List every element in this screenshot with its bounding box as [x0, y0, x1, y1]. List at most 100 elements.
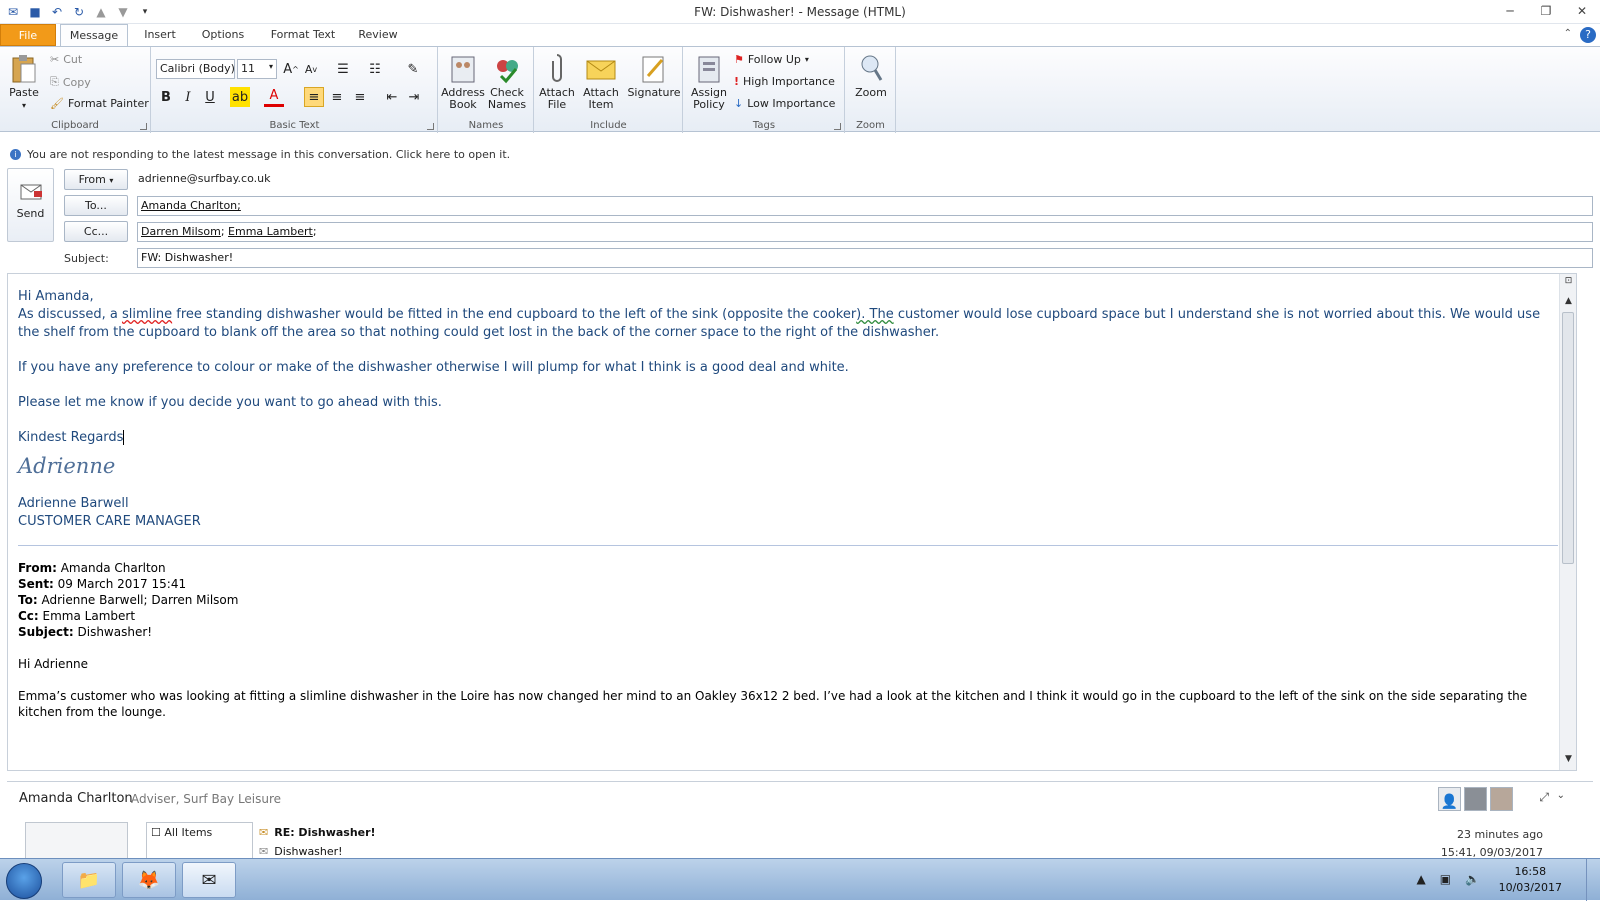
cc-field[interactable]: Darren Milsom; Emma Lambert; — [137, 222, 1593, 242]
align-center-button[interactable]: ≡ — [327, 87, 347, 107]
volume-icon[interactable]: 🔈 — [1465, 872, 1480, 886]
font-color-icon[interactable]: A — [264, 87, 284, 107]
clipboard-launcher-icon[interactable] — [140, 123, 147, 130]
send-button[interactable]: Send — [7, 168, 54, 242]
check-names-button[interactable]: Check Names — [485, 53, 529, 111]
tray-expand-icon[interactable]: ▲ — [1416, 872, 1425, 886]
chevron-down-icon[interactable]: ⌄ — [1557, 790, 1565, 801]
minimize-button[interactable]: ─ — [1492, 0, 1528, 22]
firefox-icon[interactable]: 🦊 — [122, 862, 176, 898]
spelling-error[interactable]: slimline — [122, 307, 172, 322]
increase-indent-icon[interactable]: ⇥ — [404, 87, 424, 107]
grammar-error[interactable]: ). The — [856, 307, 894, 322]
check-names-label: Check Names — [487, 86, 527, 111]
show-desktop-button[interactable] — [1586, 859, 1600, 901]
signature-button[interactable]: Signature — [627, 53, 681, 99]
ruler-toggle-icon[interactable]: ⊡ — [1563, 276, 1574, 287]
clock-time: 16:58 — [1514, 865, 1547, 878]
scroll-up-icon[interactable]: ▲ — [1563, 296, 1574, 307]
bold-button[interactable]: B — [156, 87, 176, 107]
to-field[interactable]: Amanda Charlton; — [137, 196, 1593, 216]
italic-button[interactable]: I — [178, 87, 198, 107]
restore-button[interactable]: ❐ — [1528, 0, 1564, 22]
align-left-button[interactable]: ≡ — [304, 87, 324, 107]
scroll-down-icon[interactable]: ▼ — [1563, 754, 1574, 765]
paste-button[interactable]: Paste ▾ — [6, 53, 42, 112]
quoted-cc: Cc: Emma Lambert — [18, 608, 1558, 624]
close-button[interactable]: ✕ — [1564, 0, 1600, 22]
subject-field[interactable]: FW: Dishwasher! — [137, 248, 1593, 268]
tab-file[interactable]: File — [0, 24, 56, 46]
shrink-font-icon[interactable]: Av — [301, 59, 321, 79]
people-filter-list[interactable]: ☐ All Items — [146, 822, 253, 859]
person-icon[interactable]: 👤 — [1438, 787, 1461, 811]
paste-icon — [9, 53, 39, 85]
bullets-icon[interactable]: ☰ — [333, 59, 353, 79]
message-body[interactable]: Hi Amanda, As discussed, a slimline free… — [7, 273, 1577, 771]
high-importance-button[interactable]: ! High Importance — [734, 75, 835, 88]
tags-launcher-icon[interactable] — [834, 123, 841, 130]
list-item[interactable]: ✉ Dishwasher! — [259, 845, 343, 858]
outlook-icon[interactable]: ✉ — [182, 862, 236, 898]
copy-button[interactable]: ⎘ Copy — [50, 75, 91, 89]
clock[interactable]: 16:58 10/03/2017 — [1499, 864, 1562, 896]
window-controls: ─ ❐ ✕ — [1492, 0, 1600, 22]
tab-message[interactable]: Message — [60, 24, 128, 47]
check-names-icon — [492, 53, 522, 85]
from-button[interactable]: From ▾ — [64, 169, 128, 190]
help-icon[interactable]: ? — [1580, 27, 1596, 43]
assign-policy-button[interactable]: Assign Policy — [686, 53, 732, 111]
attach-file-button[interactable]: Attach File — [537, 53, 577, 111]
file-explorer-icon[interactable]: 📁 — [62, 862, 116, 898]
clipboard-group-label: Clipboard — [51, 120, 99, 131]
tags-group-label: Tags — [752, 120, 776, 131]
zoom-button[interactable]: Zoom — [850, 53, 892, 99]
closing: Kindest Regards — [18, 429, 1558, 447]
styles-icon[interactable]: ✎ — [403, 59, 423, 79]
start-button[interactable] — [6, 863, 42, 899]
network-icon[interactable]: ▣ — [1440, 872, 1451, 886]
zoom-group-label: Zoom — [856, 120, 885, 131]
all-items-label[interactable]: All Items — [164, 826, 212, 839]
minimize-ribbon-icon[interactable]: ⌃ — [1564, 28, 1572, 39]
contact-name[interactable]: Amanda Charlton — [19, 791, 133, 806]
message-body-content[interactable]: Hi Amanda, As discussed, a slimline free… — [18, 288, 1558, 736]
greeting: Hi Amanda, — [18, 289, 94, 304]
tab-review[interactable]: Review — [350, 24, 406, 46]
grow-font-icon[interactable]: A ^ — [281, 59, 301, 79]
font-name-combo[interactable]: Calibri (Body) — [156, 59, 235, 79]
address-book-button[interactable]: Address Book — [441, 53, 485, 111]
align-right-button[interactable]: ≡ — [350, 87, 370, 107]
signature-icon — [639, 53, 669, 85]
font-size-combo[interactable]: 11 ▾ — [237, 59, 277, 79]
conversation-infobar[interactable]: i You are not responding to the latest m… — [0, 143, 1600, 165]
cc-recipient[interactable]: Darren Milsom — [141, 225, 221, 238]
scroll-thumb[interactable] — [1562, 312, 1574, 564]
list-item[interactable]: ✉ RE: Dishwasher! — [259, 826, 376, 839]
avatar[interactable] — [1464, 787, 1487, 811]
to-button[interactable]: To... — [64, 195, 128, 216]
decrease-indent-icon[interactable]: ⇤ — [382, 87, 402, 107]
quoted-to: To: Adrienne Barwell; Darren Milsom — [18, 592, 1558, 608]
cc-button[interactable]: Cc... — [64, 221, 128, 242]
quoted-from: From: Amanda Charlton — [18, 560, 1558, 576]
format-painter-button[interactable]: 🖌 Format Painter — [50, 97, 149, 110]
contact-avatars: 👤 — [1438, 787, 1513, 811]
cut-button[interactable]: ✂ Cut — [50, 53, 82, 66]
tab-insert[interactable]: Insert — [134, 24, 186, 46]
attach-item-button[interactable]: Attach Item — [579, 53, 623, 111]
numbering-icon[interactable]: ☷ — [365, 59, 385, 79]
low-importance-button[interactable]: ↓ Low Importance — [734, 97, 835, 110]
to-recipient[interactable]: Amanda Charlton; — [141, 199, 241, 212]
expand-icon[interactable]: ⤢ — [1539, 790, 1549, 805]
tab-format-text[interactable]: Format Text — [260, 24, 346, 46]
follow-up-button[interactable]: ⚑ Follow Up ▾ — [734, 53, 809, 66]
tab-options[interactable]: Options — [192, 24, 254, 46]
underline-button[interactable]: U — [200, 87, 220, 107]
body-scrollbar[interactable]: ⊡ ▲ ▼ — [1559, 274, 1576, 770]
avatar[interactable] — [1490, 787, 1513, 811]
cc-recipient[interactable]: Emma Lambert — [228, 225, 313, 238]
quoted-message: From: Amanda Charlton Sent: 09 March 201… — [18, 560, 1558, 720]
highlight-icon[interactable]: ab — [230, 87, 250, 107]
basic-text-launcher-icon[interactable] — [427, 123, 434, 130]
